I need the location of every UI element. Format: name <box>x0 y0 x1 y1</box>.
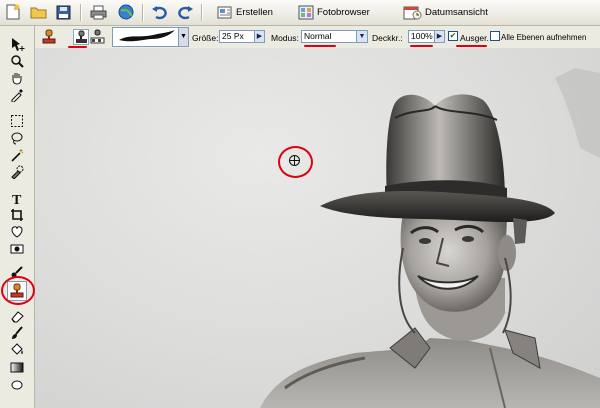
open-folder-icon[interactable] <box>29 3 47 21</box>
all-layers-checkbox[interactable] <box>490 31 500 41</box>
hand-tool-icon[interactable] <box>9 70 25 86</box>
opacity-arrow-icon[interactable]: ▶ <box>434 31 444 42</box>
clone-stamp-option-icon[interactable] <box>73 29 89 45</box>
all-layers-label: Alle Ebenen aufnehmen <box>501 33 587 42</box>
photo-browser-label: Fotobrowser <box>317 7 370 18</box>
opacity-underline <box>410 45 433 47</box>
cookie-cutter-tool-icon[interactable] <box>9 224 25 240</box>
opacity-value: 100% <box>411 31 433 41</box>
eyedropper-tool-icon[interactable] <box>9 87 25 103</box>
marquee-tool-icon[interactable] <box>9 113 25 129</box>
create-icon <box>217 6 232 19</box>
magic-wand-tool-icon[interactable] <box>9 147 25 163</box>
opacity-field[interactable]: 100% ▶ <box>408 30 445 43</box>
tool-palette: T <box>0 26 35 408</box>
cursor-highlight-circle <box>278 146 313 178</box>
opacity-label: Deckkr.: <box>372 33 403 43</box>
redo-icon[interactable] <box>176 3 194 21</box>
print-icon[interactable] <box>89 3 107 21</box>
online-services-icon[interactable] <box>117 3 135 21</box>
size-arrow-icon[interactable]: ▶ <box>254 31 264 42</box>
aligned-underline <box>456 45 487 47</box>
save-disk-icon[interactable] <box>54 3 72 21</box>
clone-stamp-highlight-circle <box>1 276 35 305</box>
mode-label: Modus: <box>271 33 299 43</box>
aligned-checkbox[interactable]: ✔ <box>448 31 458 41</box>
lasso-tool-icon[interactable] <box>9 130 25 146</box>
photo-browser-button[interactable]: Fotobrowser <box>298 4 370 21</box>
red-eye-tool-icon[interactable] <box>9 241 25 257</box>
size-value: 25 Px <box>222 31 244 41</box>
size-label: Größe: <box>192 33 219 43</box>
brush-stroke-icon <box>119 30 175 42</box>
new-file-icon[interactable] <box>4 3 22 21</box>
tool-options-bar: ▼ Größe: 25 Px ▶ Modus: Normal ▼ Deckkr.… <box>0 26 600 49</box>
date-view-label: Datumsansicht <box>425 7 488 18</box>
eraser-tool-icon[interactable] <box>9 308 25 324</box>
size-field[interactable]: 25 Px ▶ <box>219 30 265 43</box>
main-toolbar: Erstellen Fotobrowser Datumsansicht <box>0 0 600 26</box>
image-canvas[interactable] <box>35 48 600 408</box>
gradient-tool-icon[interactable] <box>9 359 25 375</box>
chevron-down-icon[interactable]: ▼ <box>178 27 189 47</box>
photo-browser-icon <box>298 5 314 20</box>
aligned-label: Ausger. <box>460 33 489 43</box>
crop-tool-icon[interactable] <box>9 207 25 223</box>
mode-underline <box>304 45 336 47</box>
mode-chevron-icon[interactable]: ▼ <box>356 31 367 42</box>
date-view-button[interactable]: Datumsansicht <box>403 4 488 21</box>
ellipse-shape-tool-icon[interactable] <box>9 376 25 392</box>
move-tool-icon[interactable] <box>9 36 25 52</box>
mode-value: Normal <box>304 31 332 41</box>
clone-stamp-tool-icon[interactable] <box>41 29 57 45</box>
mode-select[interactable]: Normal ▼ <box>301 30 368 43</box>
paint-bucket-tool-icon[interactable] <box>9 342 25 358</box>
pattern-stamp-icon[interactable] <box>90 29 106 45</box>
selection-brush-tool-icon[interactable] <box>9 164 25 180</box>
brush-preset-picker[interactable] <box>112 27 180 47</box>
calendar-icon <box>403 6 422 20</box>
text-tool-icon[interactable]: T <box>9 190 25 206</box>
undo-icon[interactable] <box>150 3 168 21</box>
create-button[interactable]: Erstellen <box>217 4 273 21</box>
create-label: Erstellen <box>236 7 273 18</box>
svg-text:T: T <box>12 193 22 205</box>
zoom-tool-icon[interactable] <box>9 53 25 69</box>
brush-tool-icon[interactable] <box>9 325 25 341</box>
soldier-portrait-image <box>260 68 600 408</box>
